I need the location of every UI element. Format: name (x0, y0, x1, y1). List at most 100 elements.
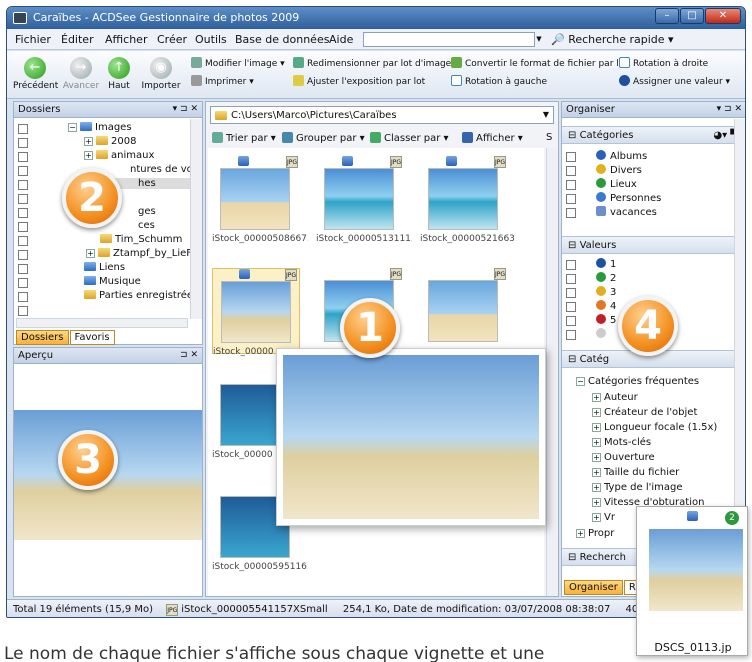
category-personnes[interactable]: Personnes (596, 192, 661, 204)
rotate-left-button[interactable]: Rotation à gauche (451, 75, 547, 87)
forward-button[interactable]: → Avancer (61, 57, 101, 91)
folder-checkbox[interactable] (18, 180, 28, 190)
folders-scrollbar[interactable] (190, 119, 202, 319)
ratings-section-header[interactable]: ⊟ Valeurs (562, 236, 745, 254)
category-checkbox[interactable] (566, 208, 576, 218)
group-by-button[interactable]: Grouper par ▾ (282, 132, 365, 144)
rating-4[interactable]: 4 (596, 300, 616, 312)
folder-checkbox[interactable] (18, 264, 28, 274)
auto-cat-item[interactable]: + Taille du fichier (592, 467, 679, 478)
category-checkbox[interactable] (566, 194, 576, 204)
panel-controls-icon[interactable]: ▾ ⊐ ✕ (173, 104, 198, 114)
view-button[interactable]: Afficher ▾ (462, 132, 523, 144)
tree-item-2008[interactable]: +2008 (84, 136, 136, 147)
category-checkbox[interactable] (566, 166, 576, 176)
maximize-button[interactable]: □ (680, 8, 704, 24)
tree-item-animaux[interactable]: + animaux (84, 150, 154, 161)
modify-image-button[interactable]: Modifier l'image ▾ (191, 57, 285, 69)
category-divers[interactable]: Divers (596, 164, 642, 176)
menu-editer[interactable]: Éditer (61, 33, 94, 46)
tree-item-liens[interactable]: Liens (84, 262, 125, 273)
rating-checkbox[interactable] (566, 274, 576, 284)
auto-cat-item[interactable]: + Ouverture (592, 452, 655, 463)
category-checkbox[interactable] (566, 152, 576, 162)
thumbnail[interactable]: JPG iStock_00000508667... (212, 156, 308, 244)
menu-aide[interactable]: Aide (329, 33, 353, 46)
auto-cat-item[interactable]: + Auteur (592, 392, 638, 403)
folder-checkbox[interactable] (18, 222, 28, 232)
search-dropdown-icon[interactable]: ▼ (533, 32, 545, 47)
menu-outils[interactable]: Outils (195, 33, 227, 46)
folder-checkbox[interactable] (18, 152, 28, 162)
category-lieux[interactable]: Lieux (596, 178, 637, 190)
browser-scrollbar[interactable] (546, 148, 558, 596)
path-dropdown-icon[interactable]: ▼ (543, 110, 549, 119)
category-albums[interactable]: Albums (596, 150, 647, 162)
quick-search-input[interactable] (363, 32, 535, 47)
menu-afficher[interactable]: Afficher (105, 33, 147, 46)
thumbnail-selected[interactable]: JPG iStock_00000 (212, 268, 300, 357)
thumbnail[interactable]: JPG iStock_00000521663... (420, 156, 516, 244)
rotate-right-button[interactable]: Rotation à droite (619, 57, 708, 69)
thumbnail[interactable]: JPG iStock_00000513111... (316, 156, 412, 244)
minimize-button[interactable]: – (655, 8, 679, 24)
folder-checkbox[interactable] (18, 124, 28, 134)
rating-2[interactable]: 2 (596, 272, 616, 284)
category-vacances[interactable]: vacances (596, 206, 657, 218)
rating-checkbox[interactable] (566, 316, 576, 326)
rating-checkbox[interactable] (566, 288, 576, 298)
up-button[interactable]: ↑ Haut (103, 57, 135, 91)
folder-checkbox[interactable] (18, 278, 28, 288)
tree-item-tim-schumm[interactable]: Tim_Schumm (100, 234, 182, 245)
tree-item-plages[interactable]: ges (138, 206, 156, 217)
panel-controls-icon[interactable]: ▾ ⊐ ✕ (717, 104, 742, 114)
rank-by-button[interactable]: Classer par ▾ (370, 132, 449, 144)
folder-checkbox[interactable] (18, 138, 28, 148)
rating-1[interactable]: 1 (596, 258, 616, 270)
tree-item-ztampf[interactable]: + Ztampf_by_LieF (86, 248, 192, 259)
tab-dossiers[interactable]: Dossiers (16, 330, 69, 345)
folder-checkbox[interactable] (18, 194, 28, 204)
batch-resize-button[interactable]: Redimensionner par lot d'images (293, 57, 456, 69)
print-button[interactable]: Imprimer ▾ (191, 75, 254, 87)
batch-exposure-button[interactable]: Ajuster l'exposition par lot (293, 75, 425, 87)
folder-checkbox[interactable] (18, 306, 28, 316)
frequent-categories[interactable]: − Catégories fréquentes (576, 376, 699, 387)
auto-cat-item[interactable]: + Vr (592, 512, 615, 523)
rating-5[interactable]: 5 (596, 314, 616, 326)
panel-controls-icon[interactable]: ⊐ ✕ (180, 350, 198, 360)
path-bar[interactable]: C:\Users\Marco\Pictures\Caraïbes ▼ (210, 106, 554, 124)
properties-item[interactable]: + Propr (576, 528, 614, 539)
auto-cat-item[interactable]: + Longueur focale (1.5x) (592, 422, 717, 433)
menu-fichier[interactable]: Fichier (15, 33, 51, 46)
menu-base-de-donnees[interactable]: Base de données (235, 33, 329, 46)
menu-creer[interactable]: Créer (157, 33, 187, 46)
rating-checkbox[interactable] (566, 260, 576, 270)
rating-none[interactable] (596, 328, 610, 340)
folders-hscrollbar[interactable] (16, 318, 188, 328)
close-button[interactable]: ✕ (705, 8, 741, 24)
tree-item-aventures[interactable]: ntures de voy (130, 164, 199, 175)
rating-checkbox[interactable] (566, 302, 576, 312)
thumbnail[interactable]: JPG (420, 268, 508, 354)
categories-section-header[interactable]: ⊟ Catégories ◕▾ ▀ (562, 126, 745, 144)
tree-item-musique[interactable]: Musique (84, 276, 141, 287)
back-button[interactable]: ← Précédent (13, 57, 58, 91)
auto-cat-item[interactable]: + Type de l'image (592, 482, 683, 493)
s-button[interactable]: S (546, 132, 552, 143)
folder-checkbox[interactable] (18, 236, 28, 246)
batch-convert-button[interactable]: Convertir le format de fichier par lot (451, 57, 628, 69)
import-button[interactable]: ◉ Importer (139, 57, 183, 91)
folder-checkbox[interactable] (18, 208, 28, 218)
category-checkbox[interactable] (566, 180, 576, 190)
auto-cat-item[interactable]: + Créateur de l'objet (592, 407, 697, 418)
quick-search-button[interactable]: 🔎 Recherche rapide ▾ (551, 33, 674, 46)
auto-cat-item[interactable]: + Mots-clés (592, 437, 651, 448)
tree-item-vacances[interactable]: ces (138, 220, 155, 231)
tab-organiser[interactable]: Organiser (564, 580, 623, 595)
rating-3[interactable]: 3 (596, 286, 616, 298)
tree-item-images[interactable]: − Images (68, 122, 132, 133)
folder-checkbox[interactable] (18, 250, 28, 260)
tab-favoris[interactable]: Favoris (69, 330, 115, 345)
rating-checkbox[interactable] (566, 330, 576, 340)
